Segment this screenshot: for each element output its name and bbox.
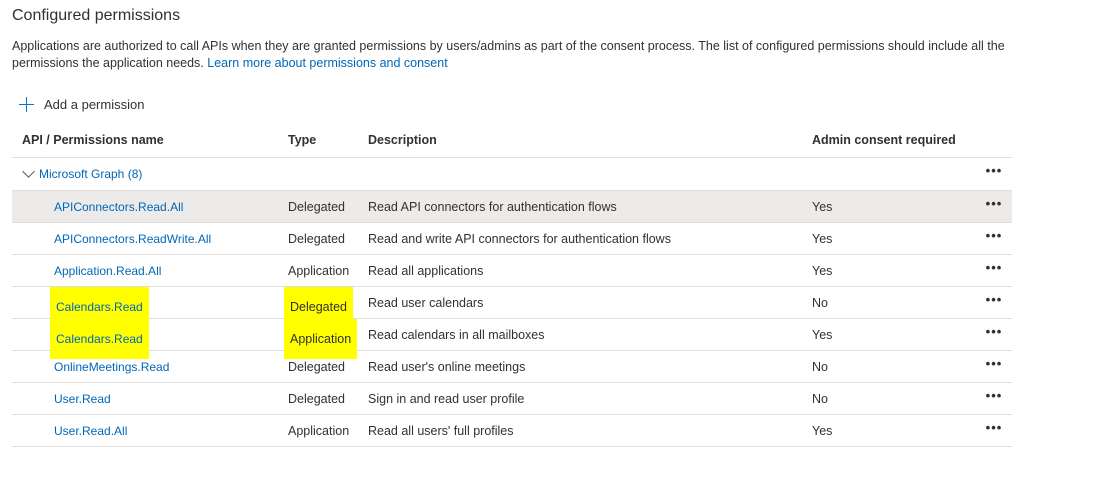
permission-description: Read and write API connectors for authen… — [368, 232, 671, 246]
column-header-type[interactable]: Type — [288, 124, 316, 156]
permission-name-link[interactable]: User.Read — [54, 383, 111, 415]
section-title: Configured permissions — [12, 7, 181, 24]
permission-type: Delegated — [288, 360, 345, 374]
more-options-icon[interactable]: ••• — [982, 348, 1006, 380]
permission-type: Delegated — [288, 392, 345, 406]
admin-consent-value: Yes — [812, 200, 833, 214]
admin-consent-value: No — [812, 360, 828, 374]
table-row[interactable]: Calendars.Read Application Read calendar… — [12, 316, 1012, 359]
chevron-down-icon — [22, 165, 35, 178]
admin-consent-value: Yes — [812, 328, 833, 342]
permission-description: Read user calendars — [368, 296, 484, 310]
table-header: API / Permissions name Type Description … — [12, 124, 1012, 158]
table-row[interactable]: User.Read.All Application Read all users… — [12, 415, 1012, 447]
table-row[interactable]: Application.Read.All Application Read al… — [12, 255, 1012, 287]
column-header-name[interactable]: API / Permissions name — [22, 124, 164, 156]
permission-description: Read all applications — [368, 264, 484, 278]
more-options-icon[interactable]: ••• — [982, 316, 1006, 348]
table-row[interactable]: OnlineMeetings.Read Delegated Read user'… — [12, 351, 1012, 383]
permission-description: Read all users' full profiles — [368, 424, 514, 438]
add-permission-button[interactable]: Add a permission — [18, 93, 144, 115]
permissions-table: API / Permissions name Type Description … — [12, 124, 1012, 447]
table-row[interactable]: User.Read Delegated Sign in and read use… — [12, 383, 1012, 415]
admin-consent-value: No — [812, 296, 828, 310]
permission-description: Read user's online meetings — [368, 360, 526, 374]
permission-type: Application — [288, 424, 350, 438]
permission-description: Sign in and read user profile — [368, 392, 525, 406]
more-options-icon[interactable]: ••• — [982, 412, 1006, 444]
more-options-icon[interactable]: ••• — [982, 284, 1006, 316]
more-options-icon[interactable]: ••• — [982, 155, 1006, 187]
permission-name-link[interactable]: OnlineMeetings.Read — [54, 351, 169, 383]
column-header-admin-consent[interactable]: Admin consent required — [812, 124, 956, 156]
permission-name-link[interactable]: User.Read.All — [54, 415, 127, 447]
admin-consent-value: Yes — [812, 264, 833, 278]
permission-type: Delegated — [288, 232, 345, 246]
permission-description: Read API connectors for authentication f… — [368, 200, 617, 214]
table-row[interactable]: APIConnectors.Read.All Delegated Read AP… — [12, 191, 1012, 223]
table-row[interactable]: Calendars.Read Delegated Read user calen… — [12, 284, 1012, 327]
more-options-icon[interactable]: ••• — [982, 380, 1006, 412]
group-label: Microsoft Graph (8) — [39, 167, 143, 181]
more-options-icon[interactable]: ••• — [982, 252, 1006, 284]
group-row-microsoft-graph: Microsoft Graph (8) ••• — [12, 158, 1012, 191]
more-options-icon[interactable]: ••• — [982, 220, 1006, 252]
admin-consent-value: No — [812, 392, 828, 406]
permission-description: Read calendars in all mailboxes — [368, 328, 545, 342]
section-description: Applications are authorized to call APIs… — [12, 38, 1012, 72]
permission-name-link[interactable]: APIConnectors.ReadWrite.All — [54, 223, 211, 255]
permission-type: Application — [288, 264, 350, 278]
admin-consent-value: Yes — [812, 232, 833, 246]
permission-name-link[interactable]: Application.Read.All — [54, 255, 161, 287]
column-header-description[interactable]: Description — [368, 124, 437, 156]
add-permission-label: Add a permission — [44, 96, 145, 112]
table-row[interactable]: APIConnectors.ReadWrite.All Delegated Re… — [12, 223, 1012, 255]
learn-more-link[interactable]: Learn more about permissions and consent — [207, 56, 447, 70]
description-text: Applications are authorized to call APIs… — [12, 39, 1005, 70]
group-toggle[interactable]: Microsoft Graph (8) — [22, 158, 142, 190]
admin-consent-value: Yes — [812, 424, 833, 438]
plus-icon — [18, 96, 35, 113]
permission-name-link[interactable]: APIConnectors.Read.All — [54, 191, 183, 223]
permission-type: Delegated — [288, 200, 345, 214]
more-options-icon[interactable]: ••• — [982, 188, 1006, 220]
